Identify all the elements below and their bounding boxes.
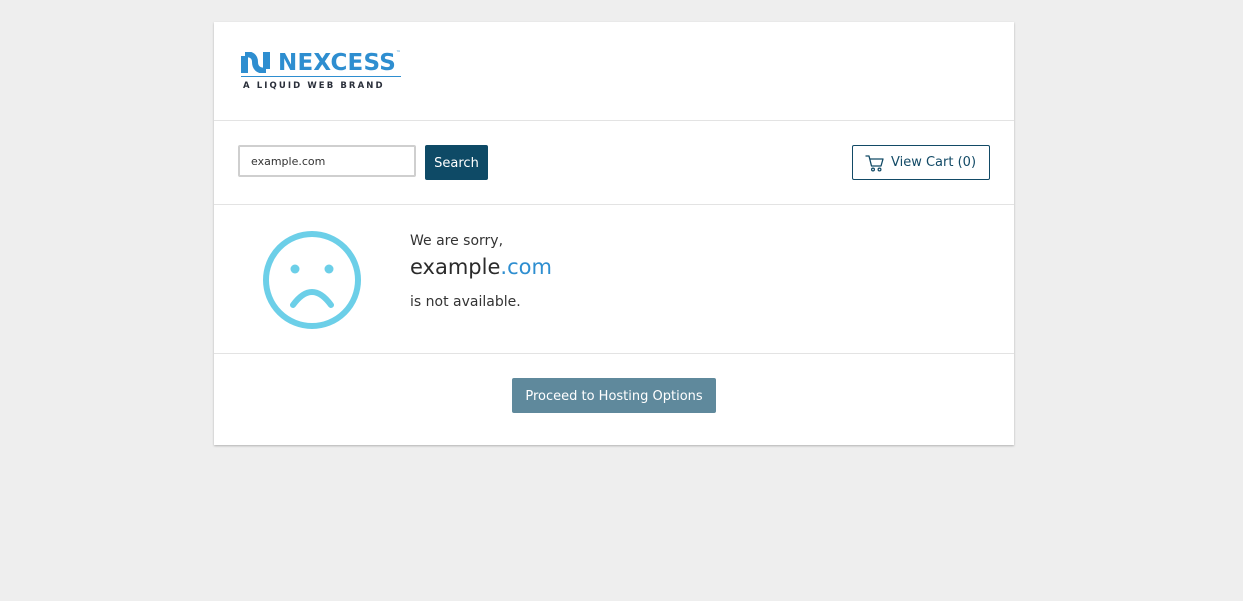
logo-divider — [241, 76, 401, 77]
search-button[interactable]: Search — [425, 145, 488, 180]
sorry-text: We are sorry, — [410, 233, 504, 249]
domain-sld: example — [410, 255, 501, 279]
result-section: We are sorry, example.com is not availab… — [214, 205, 1014, 354]
trademark-symbol: ™ — [396, 50, 401, 56]
search-section: Search View Cart (0) — [214, 121, 1014, 205]
action-section: Proceed to Hosting Options — [214, 354, 1014, 445]
cart-icon — [865, 155, 884, 172]
header-section: NEXCESS ™ A LIQUID WEB BRAND — [214, 22, 1014, 121]
domain-search-card: NEXCESS ™ A LIQUID WEB BRAND Search View… — [214, 22, 1014, 445]
domain-name: example.com — [410, 255, 552, 279]
nexcess-n-logo-icon — [241, 52, 270, 73]
brand-tagline: A LIQUID WEB BRAND — [243, 81, 385, 91]
view-cart-button[interactable]: View Cart (0) — [852, 145, 990, 180]
sad-face-icon — [263, 231, 361, 329]
brand-name: NEXCESS — [278, 50, 396, 76]
view-cart-label: View Cart (0) — [891, 155, 977, 170]
nexcess-logo: NEXCESS ™ A LIQUID WEB BRAND — [241, 50, 403, 96]
domain-search-input[interactable] — [238, 145, 416, 177]
availability-status: is not available. — [410, 294, 521, 310]
proceed-to-hosting-button[interactable]: Proceed to Hosting Options — [512, 378, 716, 413]
domain-tld: .com — [500, 255, 552, 279]
